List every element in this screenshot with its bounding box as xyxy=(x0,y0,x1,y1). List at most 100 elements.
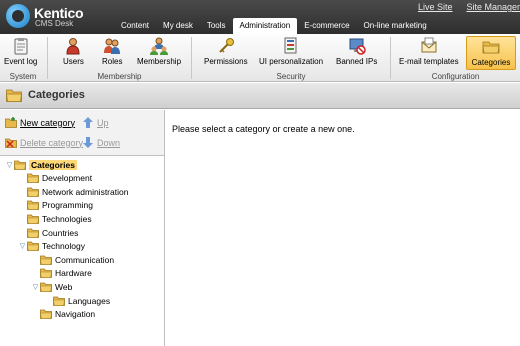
banned-ips-button[interactable]: Banned IPs xyxy=(336,36,377,70)
tree-node-label: Categories xyxy=(29,159,77,170)
folder-icon xyxy=(14,160,26,170)
tree-node-label: Languages xyxy=(68,295,111,306)
tab-e-commerce[interactable]: E-commerce xyxy=(297,18,356,34)
event-log-button[interactable]: Event log xyxy=(4,36,37,70)
tree-node-label: Technology xyxy=(42,241,86,252)
ribbon-toolbar: Event log System Users Roles Membership … xyxy=(0,34,520,82)
down-button[interactable]: Down xyxy=(82,137,120,148)
folder-icon xyxy=(6,89,22,102)
roles-button[interactable]: Roles xyxy=(102,36,122,70)
group-label-system: System xyxy=(9,72,37,81)
folder-icon xyxy=(27,200,39,211)
tree-node-label: Navigation xyxy=(55,309,96,320)
tree-node[interactable]: Navigation xyxy=(31,308,95,321)
ui-personalization-label: UI personalization xyxy=(259,57,324,66)
new-category-label: New category xyxy=(20,117,76,128)
folder-icon xyxy=(27,214,39,224)
folder-icon xyxy=(27,241,39,251)
tree-toggle-icon[interactable]: ▽ xyxy=(31,283,40,291)
kentico-logo[interactable]: Kentico CMS Desk xyxy=(6,4,106,30)
tree-node-label: Web xyxy=(55,281,73,292)
folder-icon xyxy=(40,282,52,292)
folder-icon xyxy=(40,255,52,265)
tree-node-label: Countries xyxy=(42,227,79,238)
membership-button[interactable]: Membership xyxy=(137,36,181,70)
categories-button[interactable]: Categories xyxy=(466,36,516,70)
roles-label: Roles xyxy=(102,57,123,66)
event-log-label: Event log xyxy=(4,57,38,66)
users-label: Users xyxy=(63,57,84,66)
tree-node-label: Technologies xyxy=(42,213,92,224)
category-tree-panel: New category Up Delete category Down ▽ Ca… xyxy=(0,110,165,346)
live-site-link[interactable]: Live Site xyxy=(418,2,453,14)
email-templates-button[interactable]: E-mail templates xyxy=(399,36,459,70)
folder-icon xyxy=(27,187,39,197)
users-button[interactable]: Users xyxy=(63,36,84,70)
key-icon xyxy=(219,38,234,53)
tree-node-label: Programming xyxy=(42,200,94,211)
page-title: Categories xyxy=(28,89,85,101)
tab-content[interactable]: Content xyxy=(114,18,156,34)
kentico-logo-mark xyxy=(6,4,30,28)
folder-icon xyxy=(40,268,52,279)
content-panel: Please select a category or create a new… xyxy=(166,110,520,346)
tree-node[interactable]: Communication xyxy=(31,253,114,266)
category-actions: New category Up Delete category Down xyxy=(0,110,164,156)
banned-ips-label: Banned IPs xyxy=(336,57,378,66)
tab-on-line-marketing[interactable]: On-line marketing xyxy=(357,18,434,34)
tree-node[interactable]: ▽ Technology xyxy=(18,240,85,253)
folder-icon xyxy=(53,296,65,306)
page-title-bar: Categories xyxy=(0,83,520,109)
logo-subtitle: CMS Desk xyxy=(35,19,74,28)
arrow-up-icon xyxy=(83,117,93,128)
tree-node[interactable]: ▽ Categories xyxy=(5,158,77,171)
membership-label: Membership xyxy=(137,57,182,66)
folder-icon xyxy=(27,173,39,183)
top-header: Kentico CMS Desk Live Site Site Manager … xyxy=(0,0,520,34)
main-tabs: Content My desk Tools Administration E-c… xyxy=(114,18,434,34)
membership-icon xyxy=(150,37,168,55)
tree-node[interactable]: Development xyxy=(18,172,92,185)
folder-icon xyxy=(27,228,39,238)
top-links: Live Site Site Manager xyxy=(404,2,520,14)
clipboard-icon xyxy=(14,38,28,55)
new-folder-icon xyxy=(5,117,17,128)
arrow-down-icon xyxy=(83,137,93,148)
tree-toggle-icon[interactable]: ▽ xyxy=(18,242,27,250)
tree-node[interactable]: Languages xyxy=(44,294,110,307)
tree-node-label: Development xyxy=(42,173,93,184)
tab-tools[interactable]: Tools xyxy=(200,18,233,34)
tree-node-label: Communication xyxy=(55,254,115,265)
empty-state-message: Please select a category or create a new… xyxy=(172,124,355,134)
up-button[interactable]: Up xyxy=(82,117,109,128)
tree-node[interactable]: Network administration xyxy=(18,185,128,198)
tree-node-label: Hardware xyxy=(55,268,92,279)
tree-node[interactable]: Countries xyxy=(18,226,78,239)
tree-node-label: Network administration xyxy=(42,186,129,197)
envelope-icon xyxy=(421,37,437,53)
tree-node[interactable]: ▽ Web xyxy=(31,280,73,293)
categories-label: Categories xyxy=(471,58,511,67)
tree-node[interactable]: Technologies xyxy=(18,212,92,225)
down-label: Down xyxy=(97,137,121,148)
email-templates-label: E-mail templates xyxy=(399,57,459,66)
tree-node[interactable]: Programming xyxy=(18,199,93,212)
user-icon xyxy=(66,38,80,55)
permissions-label: Permissions xyxy=(204,57,248,66)
folder-icon xyxy=(482,41,500,54)
roles-icon xyxy=(104,38,121,54)
group-label-configuration: Configuration xyxy=(431,72,480,81)
ui-personalization-button[interactable]: UI personalization xyxy=(259,36,323,70)
tab-my-desk[interactable]: My desk xyxy=(156,18,200,34)
group-label-security: Security xyxy=(276,72,306,81)
delete-category-button[interactable]: Delete category xyxy=(5,137,83,148)
tree-toggle-icon[interactable]: ▽ xyxy=(5,161,14,169)
permissions-button[interactable]: Permissions xyxy=(204,36,248,70)
new-category-button[interactable]: New category xyxy=(5,117,75,128)
banned-ip-icon xyxy=(349,38,366,55)
tree-node[interactable]: Hardware xyxy=(31,267,92,280)
group-label-membership: Membership xyxy=(97,72,142,81)
delete-category-label: Delete category xyxy=(20,137,84,148)
tab-administration[interactable]: Administration xyxy=(232,18,298,34)
site-manager-link[interactable]: Site Manager xyxy=(466,2,520,14)
